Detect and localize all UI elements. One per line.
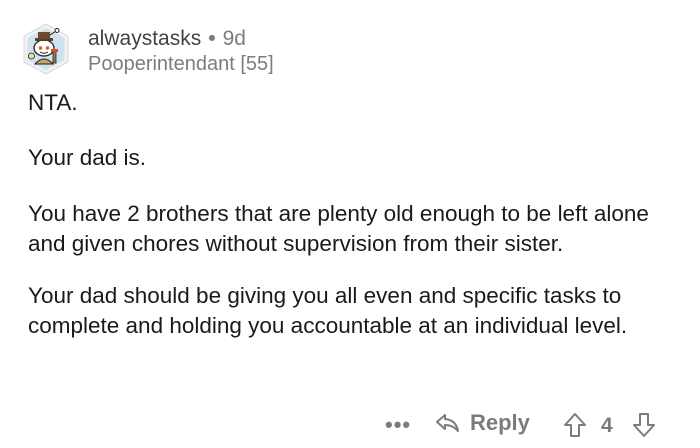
comment: alwaystasks • 9d Pooperintendant [55] NT… <box>0 0 700 448</box>
comment-body: NTA. Your dad is. You have 2 brothers th… <box>28 88 678 341</box>
vote-score: 4 <box>601 414 613 437</box>
comment-paragraph: You have 2 brothers that are plenty old … <box>28 201 649 256</box>
comment-meta: alwaystasks • 9d Pooperintendant [55] <box>88 25 274 75</box>
separator-dot: • <box>208 26 216 50</box>
reply-arrow-icon <box>436 414 459 432</box>
username-link[interactable]: alwaystasks <box>88 28 201 49</box>
more-options-button[interactable]: ••• <box>385 412 411 438</box>
comment-paragraph: Your dad should be giving you all even a… <box>28 283 628 338</box>
downvote-arrow-icon <box>633 413 655 437</box>
comment-actions: ••• Reply 4 <box>0 408 700 444</box>
comment-paragraph: NTA. <box>28 90 78 115</box>
upvote-button[interactable] <box>562 411 588 444</box>
meta-row: alwaystasks • 9d <box>88 25 274 51</box>
reply-label: Reply <box>470 410 530 435</box>
downvote-button[interactable] <box>631 411 657 444</box>
snoo-avatar-icon <box>23 23 69 75</box>
user-flair: Pooperintendant [55] <box>88 53 274 75</box>
upvote-arrow-icon <box>564 413 586 437</box>
comment-age: 9d <box>222 26 246 50</box>
avatar[interactable] <box>20 23 72 75</box>
comment-paragraph: Your dad is. <box>28 145 147 170</box>
reply-button[interactable]: Reply <box>434 410 530 436</box>
